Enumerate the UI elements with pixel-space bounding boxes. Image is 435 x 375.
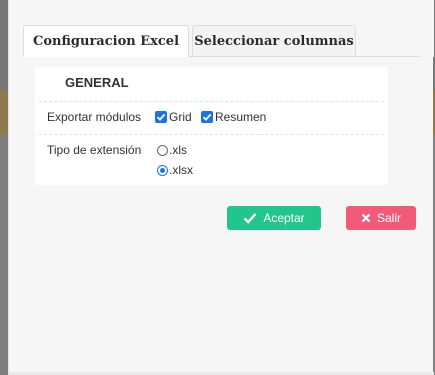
radio-xlsx[interactable]: .xlsx — [157, 163, 193, 177]
export-modules-label: Exportar módulos — [47, 110, 142, 124]
radio-label: .xlsx — [169, 163, 193, 177]
tab-seleccionar-columnas[interactable]: Seleccionar columnas — [192, 25, 356, 57]
radio-selected-icon — [157, 164, 168, 176]
excel-export-dialog: Configuracion Excel Seleccionar columnas… — [8, 0, 434, 375]
tab-configuracion-excel[interactable]: Configuracion Excel — [23, 25, 189, 57]
divider — [39, 134, 384, 135]
accept-button[interactable]: Aceptar — [227, 206, 321, 230]
checkbox-label: Grid — [169, 110, 192, 124]
x-icon — [361, 213, 371, 223]
section-title: GENERAL — [65, 75, 129, 90]
checkbox-label: Resumen — [215, 110, 267, 124]
radio-xls[interactable]: .xls — [157, 143, 187, 157]
exit-label: Salir — [376, 211, 401, 225]
radio-label: .xls — [169, 143, 187, 157]
check-icon — [243, 212, 257, 224]
checkbox-checked-icon — [155, 111, 167, 123]
extension-type-label: Tipo de extensión — [47, 143, 142, 157]
radio-unselected-icon — [157, 144, 168, 156]
checkbox-checked-icon — [201, 111, 213, 123]
checkbox-grid[interactable]: Grid — [155, 110, 192, 124]
checkbox-resumen[interactable]: Resumen — [201, 110, 266, 124]
divider — [39, 101, 384, 102]
exit-button[interactable]: Salir — [346, 206, 416, 230]
general-section: GENERAL Exportar módulos Grid Resumen Ti… — [35, 67, 388, 185]
accept-label: Aceptar — [263, 211, 305, 225]
tab-strip: Configuracion Excel Seleccionar columnas — [9, 0, 434, 57]
